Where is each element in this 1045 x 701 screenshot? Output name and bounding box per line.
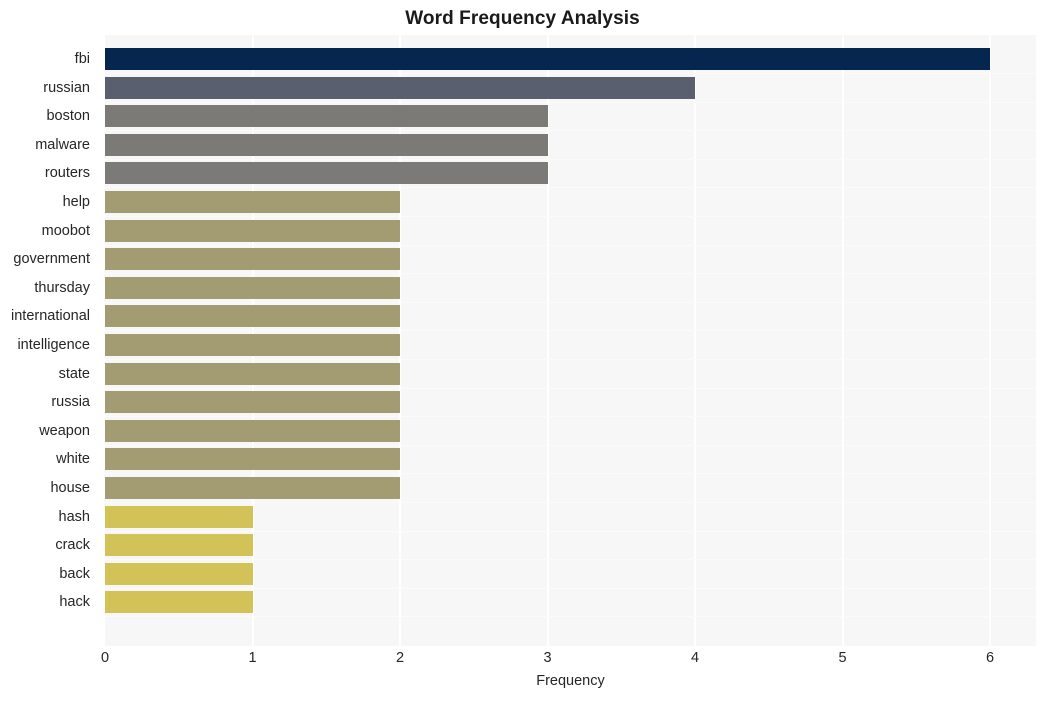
gridline-horizontal [105,559,1036,560]
bar[interactable] [105,191,400,213]
y-axis-tick-label: russia [51,394,90,410]
y-axis-tick-label: hash [58,509,90,525]
gridline-horizontal [105,473,1036,474]
gridline-horizontal [105,216,1036,217]
gridline-horizontal [105,73,1036,74]
gridline-horizontal [105,616,1036,617]
bar[interactable] [105,248,400,270]
gridline-vertical [841,35,844,646]
y-axis-tick-label: crack [55,537,90,553]
gridline-horizontal [105,416,1036,417]
y-axis-tick-label: house [50,480,90,496]
gridline-vertical [989,35,991,646]
bar[interactable] [105,534,253,556]
gridline-horizontal [105,187,1036,188]
chart-title: Word Frequency Analysis [405,8,640,29]
x-axis-tick-label: 2 [395,650,405,666]
gridline-horizontal [105,388,1036,389]
y-axis-tick-label: malware [35,137,90,153]
x-axis-ticks: 0 1 2 3 4 5 6 [0,648,1045,670]
y-axis-tick-label: intelligence [17,337,90,353]
bar[interactable] [105,220,400,242]
gridline-horizontal [105,130,1036,131]
bar[interactable] [105,77,695,99]
gridline-horizontal [105,330,1036,331]
bar[interactable] [105,48,990,70]
bar[interactable] [105,363,400,385]
gridline-horizontal [105,445,1036,446]
bar[interactable] [105,305,400,327]
y-axis-tick-label: help [62,194,90,210]
y-axis-tick-label: moobot [41,223,90,239]
word-frequency-chart: Word Frequency Analysis fbi russian boston… [0,0,1045,701]
y-axis-tick-label: hack [59,594,90,610]
gridline-horizontal [105,159,1036,160]
bar[interactable] [105,420,400,442]
y-axis-tick-label: back [59,566,90,582]
x-axis-tick-label: 5 [838,650,847,666]
bar[interactable] [105,391,400,413]
gridline-horizontal [105,359,1036,360]
y-axis-tick-label: weapon [39,423,90,439]
gridline-horizontal [105,245,1036,246]
gridline-horizontal [105,102,1036,103]
x-axis-tick-label: 0 [100,650,110,666]
gridline-horizontal [105,273,1036,274]
gridline-horizontal [105,531,1036,532]
y-axis-tick-label: white [56,451,90,467]
bar[interactable] [105,162,548,184]
bar[interactable] [105,105,548,127]
bar[interactable] [105,334,400,356]
gridline-vertical [694,35,696,646]
x-axis-label: Frequency [536,673,605,689]
bar[interactable] [105,591,253,613]
gridline-horizontal [105,588,1036,589]
y-axis-tick-label: russian [43,80,90,96]
bar[interactable] [105,477,400,499]
y-axis-tick-label: state [58,366,90,382]
y-axis-tick-label: government [13,251,90,267]
y-axis-tick-label: routers [44,165,90,181]
gridline-horizontal [105,302,1036,303]
bar[interactable] [105,134,548,156]
bar[interactable] [105,506,253,528]
x-axis-tick-label: 1 [248,650,257,666]
y-axis-labels: fbi russian boston malware routers help moobot… [0,35,99,646]
gridline-horizontal [105,502,1036,503]
x-axis-tick-label: 3 [543,650,552,666]
bar[interactable] [105,277,400,299]
y-axis-tick-label: fbi [74,51,90,67]
x-axis-tick-label: 4 [690,650,700,666]
plot-area [105,35,1036,646]
bar[interactable] [105,448,400,470]
x-axis-tick-label: 6 [985,650,995,666]
y-axis-tick-label: boston [46,108,90,124]
bar[interactable] [105,563,253,585]
y-axis-tick-label: thursday [34,280,90,296]
y-axis-tick-label: international [11,308,90,324]
